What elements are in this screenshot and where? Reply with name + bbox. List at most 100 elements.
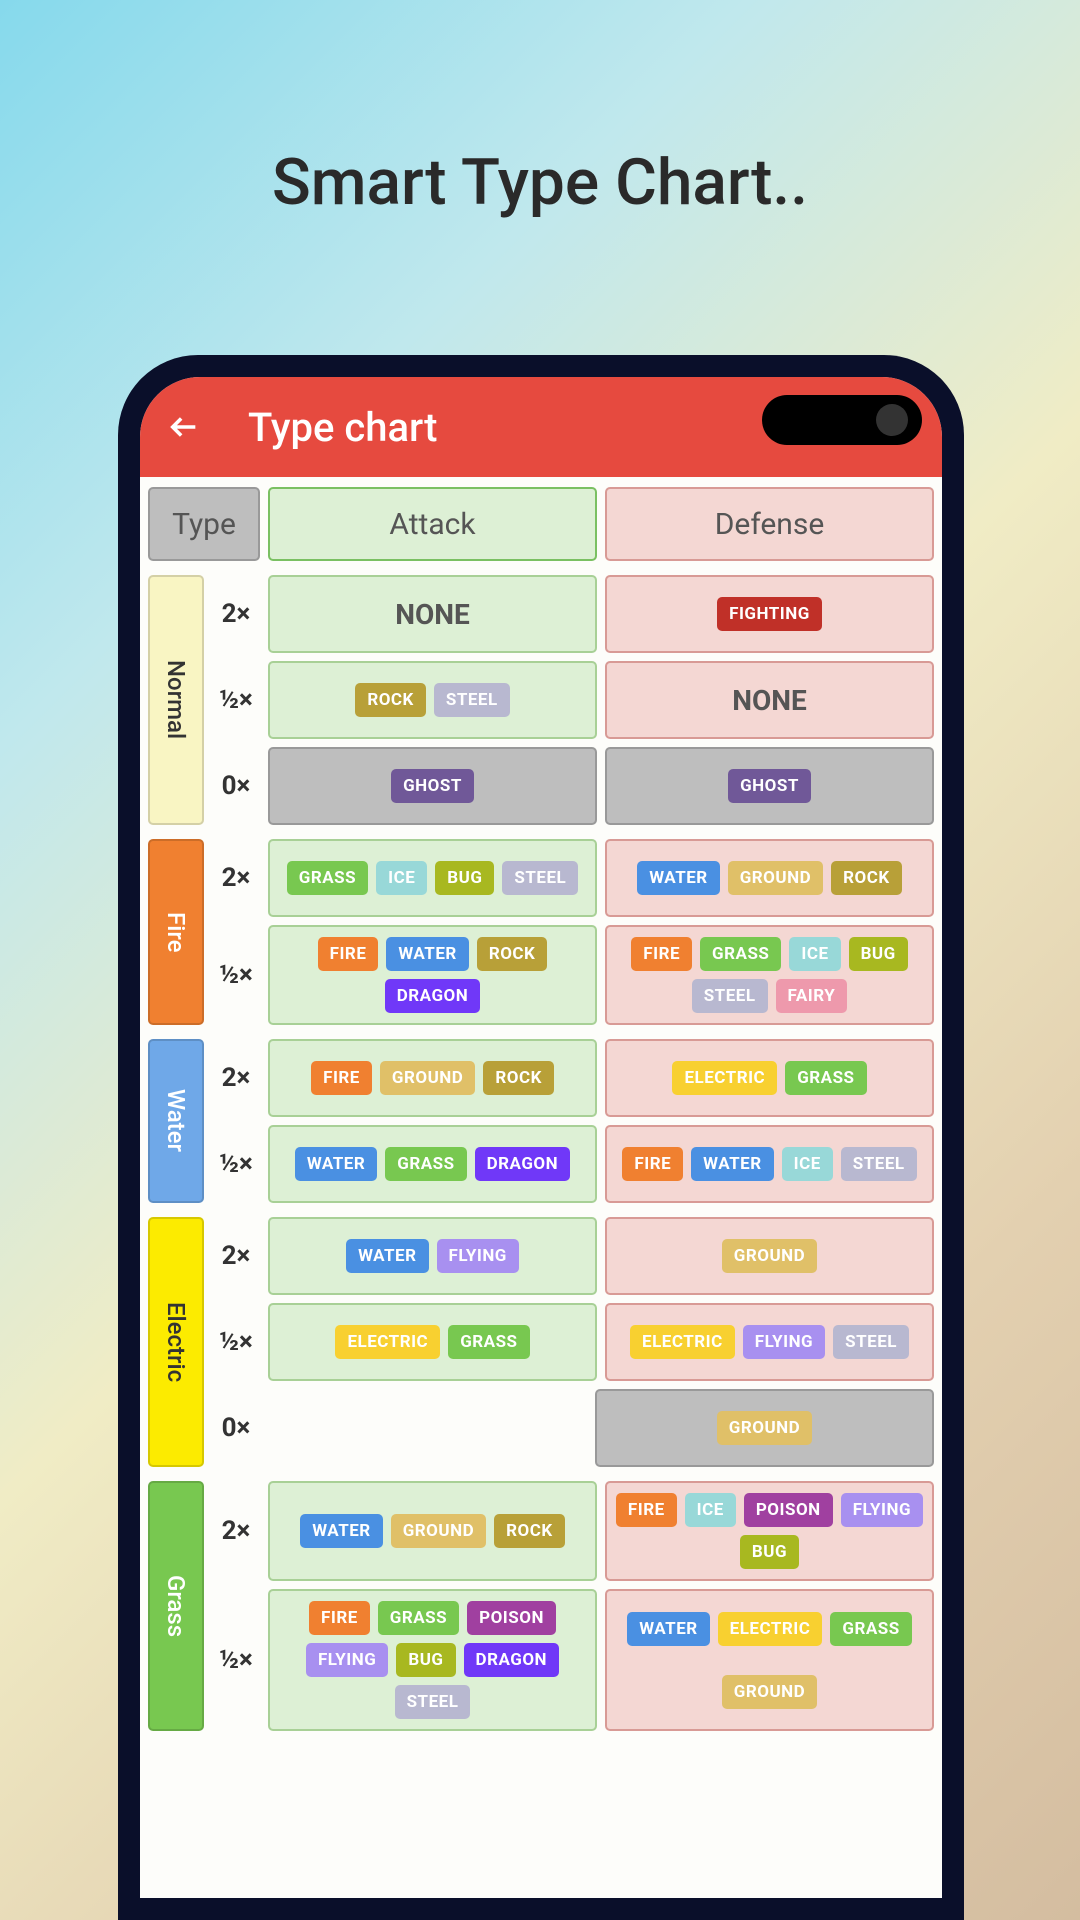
type-chip-water[interactable]: WATER [295,1147,377,1181]
type-chip-ice[interactable]: ICE [685,1493,736,1527]
type-chip-bug[interactable]: BUG [435,861,494,895]
type-chip-ghost[interactable]: GHOST [728,769,811,803]
defense-cell: GROUND [605,1217,934,1295]
type-chip-water[interactable]: WATER [637,861,719,895]
type-chip-dragon[interactable]: DRAGON [385,979,481,1013]
defense-cell: FIGHTING [605,575,934,653]
type-chip-fire[interactable]: FIRE [622,1147,683,1181]
type-label-fire[interactable]: Fire [148,839,204,1025]
mult-label: 0× [212,1389,260,1467]
type-section-grass: Grass2×WATERGROUNDROCKFIREICEPOISONFLYIN… [148,1481,934,1731]
defense-cell: FIREGRASSICE BUG STEELFAIRY [605,925,934,1025]
type-chip-fire[interactable]: FIRE [311,1061,372,1095]
attack-cell: FIREGROUNDROCK [268,1039,597,1117]
type-chip-ice[interactable]: ICE [376,861,427,895]
type-chip-rock[interactable]: ROCK [494,1514,565,1548]
type-label-water[interactable]: Water [148,1039,204,1203]
type-section-fire: Fire2×GRASSICEBUGSTEELWATERGROUNDROCK½×F… [148,839,934,1025]
attack-cell: WATER GROUNDROCK [268,1481,597,1581]
type-chip-ground[interactable]: GROUND [380,1061,475,1095]
type-chip-electric[interactable]: ELECTRIC [630,1325,735,1359]
type-chip-electric[interactable]: ELECTRIC [718,1612,823,1646]
header-defense[interactable]: Defense [605,487,934,561]
type-chip-dragon[interactable]: DRAGON [475,1147,571,1181]
type-label-normal[interactable]: Normal [148,575,204,825]
type-chip-fire[interactable]: FIRE [616,1493,677,1527]
type-chip-ghost[interactable]: GHOST [391,769,474,803]
header-attack[interactable]: Attack [268,487,597,561]
type-chip-steel[interactable]: STEEL [502,861,578,895]
mult-label: 2× [212,1217,260,1295]
type-chip-flying[interactable]: FLYING [437,1239,519,1273]
type-chip-grass[interactable]: GRASS [785,1061,866,1095]
type-chip-water[interactable]: WATER [691,1147,773,1181]
type-chip-rock[interactable]: ROCK [355,683,426,717]
type-chip-fire[interactable]: FIRE [631,937,692,971]
type-chip-poison[interactable]: POISON [744,1493,833,1527]
type-section-normal: Normal2×NONEFIGHTING½×ROCKSTEELNONE0×GHO… [148,575,934,825]
mult-row-x05: ½×ELECTRICGRASSELECTRICFLYINGSTEEL [212,1303,934,1381]
attack-cell: GRASSICEBUGSTEEL [268,839,597,917]
type-chip-ground[interactable]: GROUND [722,1675,817,1709]
phone-screen: Type chart Type Attack Defense Normal2×N… [140,377,942,1898]
type-chip-ground[interactable]: GROUND [391,1514,486,1548]
type-chip-bug[interactable]: BUG [396,1643,455,1677]
type-chip-rock[interactable]: ROCK [477,937,548,971]
type-chip-grass[interactable]: GRASS [700,937,781,971]
type-chip-water[interactable]: WATER [346,1239,428,1273]
type-chip-fighting[interactable]: FIGHTING [717,597,822,631]
defense-cell: ELECTRICGRASS [605,1039,934,1117]
type-chip-grass[interactable]: GRASS [448,1325,529,1359]
type-chip-water[interactable]: WATER [300,1514,382,1548]
type-chip-steel[interactable]: STEEL [434,683,510,717]
type-chip-electric[interactable]: ELECTRIC [672,1061,777,1095]
type-chip-fire[interactable]: FIRE [318,937,379,971]
type-chip-grass[interactable]: GRASS [830,1612,911,1646]
empty-cell [268,1389,587,1467]
type-chip-bug[interactable]: BUG [740,1535,799,1569]
type-section-electric: Electric2×WATERFLYINGGROUND½×ELECTRICGRA… [148,1217,934,1467]
type-chip-grass[interactable]: GRASS [385,1147,466,1181]
type-chip-bug[interactable]: BUG [849,937,908,971]
type-chip-steel[interactable]: STEEL [833,1325,909,1359]
type-chip-ice[interactable]: ICE [789,937,840,971]
type-chip-dragon[interactable]: DRAGON [464,1643,560,1677]
type-section-water: Water2×FIREGROUNDROCKELECTRICGRASS½×WATE… [148,1039,934,1203]
defense-cell: GHOST [605,747,934,825]
type-chip-poison[interactable]: POISON [467,1601,556,1635]
type-chip-flying[interactable]: FLYING [743,1325,825,1359]
mult-row-x0: 0× GROUND [212,1389,934,1467]
defense-cell: GROUND [595,1389,934,1467]
mult-row-x05: ½×WATERGRASSDRAGONFIREWATERICESTEEL [212,1125,934,1203]
type-chip-fire[interactable]: FIRE [309,1601,370,1635]
type-chip-electric[interactable]: ELECTRIC [335,1325,440,1359]
type-chip-steel[interactable]: STEEL [692,979,768,1013]
phone-frame: Type chart Type Attack Defense Normal2×N… [118,355,964,1920]
type-chip-grass[interactable]: GRASS [378,1601,459,1635]
type-chip-steel[interactable]: STEEL [395,1685,471,1719]
type-chip-steel[interactable]: STEEL [841,1147,917,1181]
type-chip-flying[interactable]: FLYING [841,1493,923,1527]
attack-cell: WATERGRASS DRAGON [268,1125,597,1203]
type-chip-grass[interactable]: GRASS [287,861,368,895]
type-label-electric[interactable]: Electric [148,1217,204,1467]
attack-cell: NONE [268,575,597,653]
back-arrow-icon [167,410,201,444]
type-chip-ice[interactable]: ICE [782,1147,833,1181]
defense-cell: ELECTRICFLYINGSTEEL [605,1303,934,1381]
type-chip-ground[interactable]: GROUND [717,1411,812,1445]
type-rows: 2×WATERFLYINGGROUND½×ELECTRICGRASSELECTR… [212,1217,934,1467]
type-label-grass[interactable]: Grass [148,1481,204,1731]
type-chart-content[interactable]: Type Attack Defense Normal 2× NONE FIGHTING… [140,477,942,1898]
type-rows: 2×GRASSICEBUGSTEELWATERGROUNDROCK½×FIREW… [212,839,934,1025]
type-chip-ground[interactable]: GROUND [722,1239,817,1273]
type-chip-fairy[interactable]: FAIRY [776,979,848,1013]
header-type[interactable]: Type [148,487,260,561]
type-chip-flying[interactable]: FLYING [306,1643,388,1677]
back-button[interactable] [160,403,208,451]
type-chip-ground[interactable]: GROUND [728,861,823,895]
type-chip-water[interactable]: WATER [386,937,468,971]
type-chip-water[interactable]: WATER [627,1612,709,1646]
type-chip-rock[interactable]: ROCK [831,861,902,895]
type-chip-rock[interactable]: ROCK [483,1061,554,1095]
